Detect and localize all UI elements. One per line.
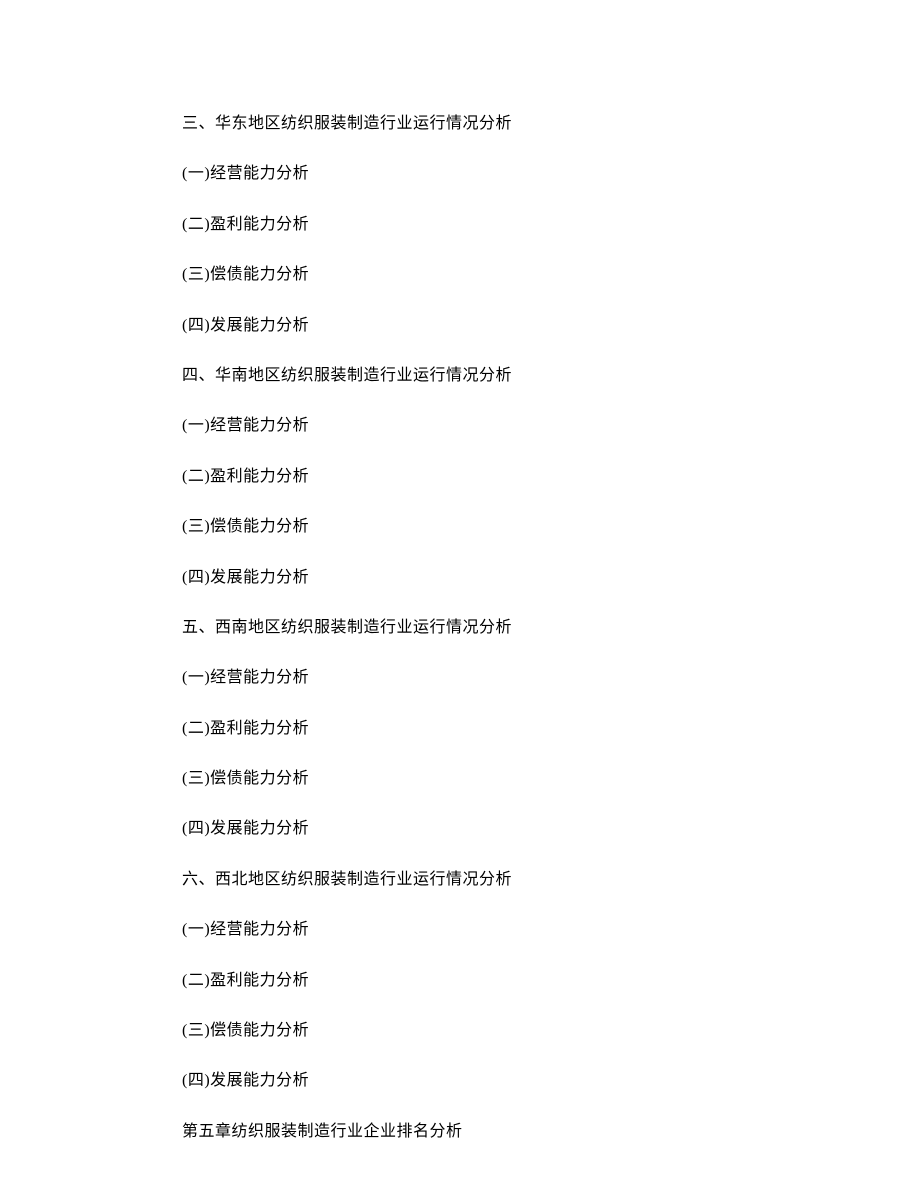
toc-line: 五、西南地区纺织服装制造行业运行情况分析: [182, 617, 740, 639]
toc-line: (四)发展能力分析: [182, 567, 740, 589]
toc-line: (三)偿债能力分析: [182, 516, 740, 538]
toc-line: (一)经营能力分析: [182, 163, 740, 185]
toc-line: (二)盈利能力分析: [182, 466, 740, 488]
toc-line: (四)发展能力分析: [182, 818, 740, 840]
toc-line: (二)盈利能力分析: [182, 970, 740, 992]
toc-line: (二)盈利能力分析: [182, 214, 740, 236]
toc-line: (三)偿债能力分析: [182, 264, 740, 286]
toc-line: 六、西北地区纺织服装制造行业运行情况分析: [182, 869, 740, 891]
toc-line: (三)偿债能力分析: [182, 768, 740, 790]
toc-line: 三、华东地区纺织服装制造行业运行情况分析: [182, 113, 740, 135]
toc-line: (一)经营能力分析: [182, 667, 740, 689]
toc-line: 第五章纺织服装制造行业企业排名分析: [182, 1121, 740, 1143]
toc-line: (四)发展能力分析: [182, 315, 740, 337]
toc-line: 四、华南地区纺织服装制造行业运行情况分析: [182, 365, 740, 387]
toc-line: (一)经营能力分析: [182, 415, 740, 437]
toc-line: (三)偿债能力分析: [182, 1020, 740, 1042]
toc-line: (四)发展能力分析: [182, 1070, 740, 1092]
toc-line: (一)经营能力分析: [182, 919, 740, 941]
toc-line: (二)盈利能力分析: [182, 718, 740, 740]
